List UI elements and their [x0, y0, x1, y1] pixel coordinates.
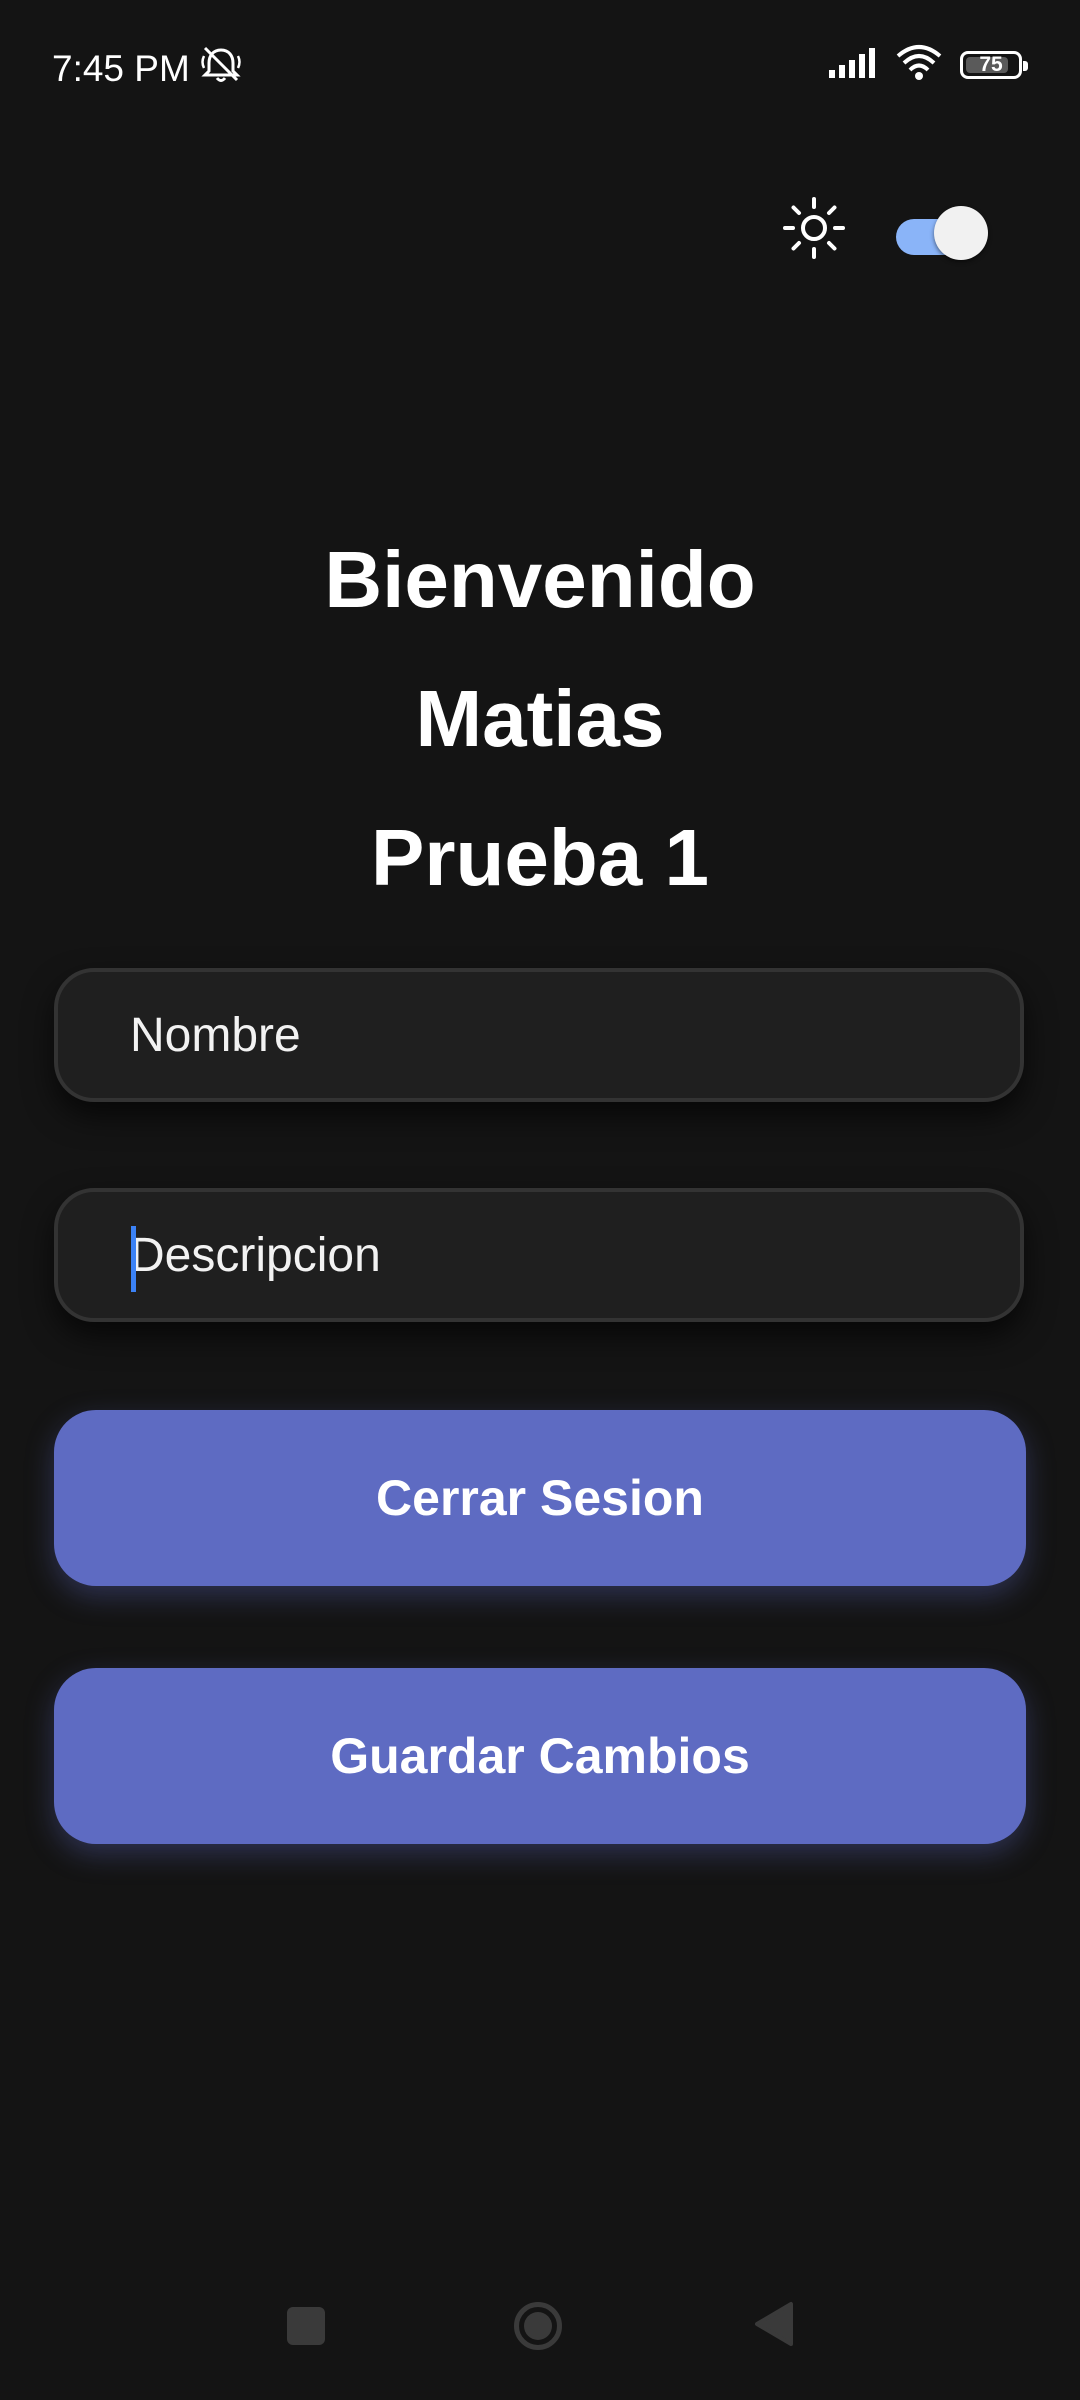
home-button[interactable]: [498, 2286, 578, 2366]
status-bar: 7:45 PM 75: [0, 0, 1080, 130]
bell-off-icon: [198, 44, 244, 93]
descripcion-input[interactable]: [58, 1192, 1020, 1318]
battery-level: 75: [979, 52, 1003, 76]
theme-toggle-row: [782, 196, 988, 265]
welcome-title: Bienvenido: [324, 535, 756, 624]
user-name: Matias: [415, 674, 665, 763]
text-cursor: [131, 1226, 136, 1292]
home-icon: [514, 2302, 562, 2350]
user-description: Prueba 1: [371, 813, 709, 902]
sun-icon: [782, 196, 846, 265]
back-icon: [753, 2300, 795, 2353]
battery-icon: 75: [960, 50, 1028, 79]
status-time-group: 7:45 PM: [52, 44, 244, 93]
home-icon-dot: [524, 2312, 552, 2340]
wifi-icon: [896, 44, 942, 85]
back-button[interactable]: [734, 2286, 814, 2366]
dark-mode-switch[interactable]: [896, 202, 988, 260]
recents-icon: [287, 2307, 325, 2345]
switch-thumb: [934, 205, 988, 260]
logout-button[interactable]: Cerrar Sesion: [54, 1410, 1026, 1586]
descripcion-field-container: [54, 1188, 1024, 1322]
signal-icon: [828, 46, 878, 83]
greeting: Bienvenido Matias Prueba 1: [0, 510, 1080, 927]
save-changes-button[interactable]: Guardar Cambios: [54, 1668, 1026, 1844]
profile-screen: 7:45 PM 75 Bienvenido Matias Prueba 1 No…: [0, 0, 1080, 2400]
status-icons: 75: [828, 44, 1028, 85]
recents-button[interactable]: [266, 2286, 346, 2366]
status-time: 7:45 PM: [52, 47, 190, 89]
nombre-input[interactable]: [58, 972, 1020, 1098]
system-navigation-bar: [0, 2250, 1080, 2400]
nombre-field-container: [54, 968, 1024, 1102]
